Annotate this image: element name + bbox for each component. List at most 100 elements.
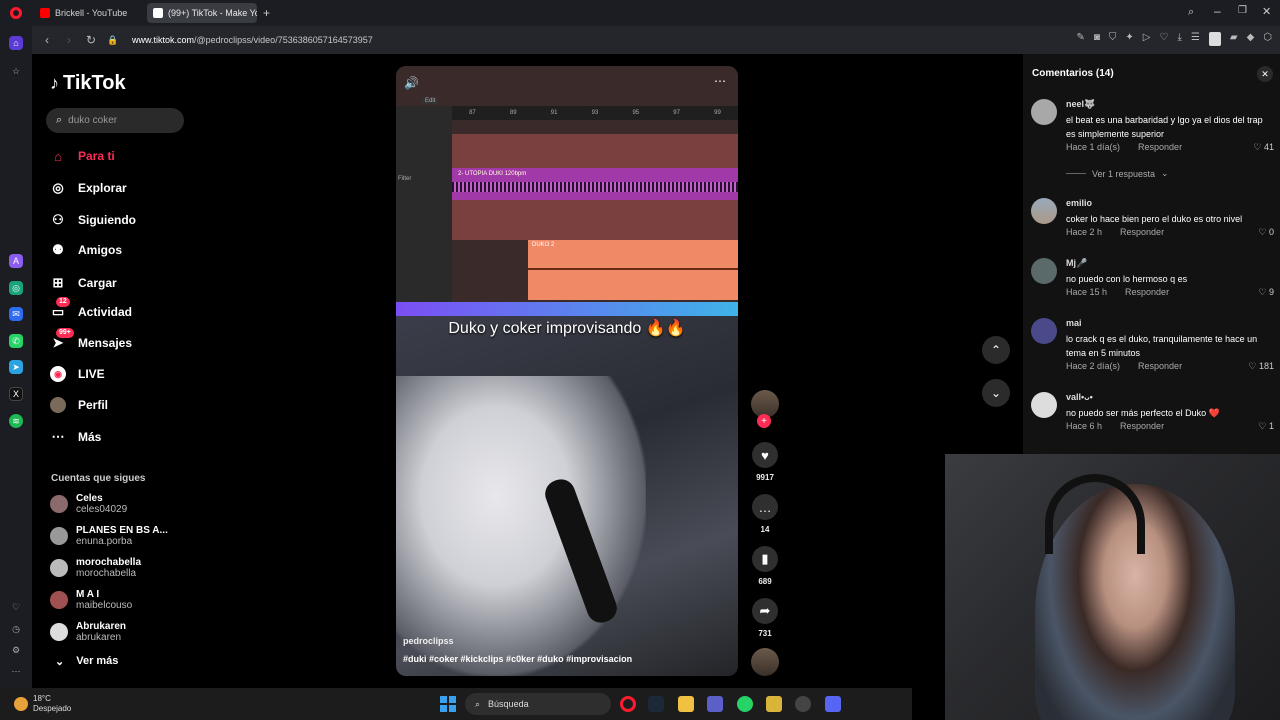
reload-button[interactable]: ↻: [80, 33, 102, 47]
tiktok-logo[interactable]: ♪ TikTok: [50, 72, 126, 95]
diamond-icon[interactable]: ◆: [1247, 32, 1255, 46]
comment-icon[interactable]: …: [752, 494, 778, 520]
following-item[interactable]: M A Imaibelcouso: [50, 589, 132, 611]
next-video-button[interactable]: ⌄: [982, 379, 1010, 407]
comment-like[interactable]: ♡ 9: [1258, 287, 1274, 298]
nav-explorar[interactable]: ◎ Explorar: [50, 178, 126, 198]
heart-icon[interactable]: ♥: [752, 442, 778, 468]
view-replies-button[interactable]: Ver 1 respuesta ⌄: [1066, 168, 1169, 179]
nav-amigos[interactable]: ⚉ Amigos: [50, 240, 122, 260]
discord-app-icon[interactable]: [825, 696, 841, 712]
windows-start-icon[interactable]: [440, 696, 456, 712]
save-action[interactable]: ▮ 689: [750, 546, 780, 586]
aria-icon[interactable]: A: [9, 254, 23, 268]
reply-button[interactable]: Responder: [1138, 361, 1182, 371]
tab-youtube[interactable]: Brickell - YouTube: [34, 3, 144, 23]
follow-plus-button[interactable]: +: [757, 414, 771, 428]
comment-like[interactable]: ♡ 41: [1253, 142, 1274, 153]
video-player[interactable]: Edit Filter 87 89 91 93 95 97 99 2- UTOP…: [396, 66, 738, 676]
weather-widget[interactable]: 18°C Despejado: [33, 694, 71, 714]
comment-user[interactable]: vall•ᴗ•: [1066, 392, 1093, 402]
maximize-button[interactable]: ❐: [1238, 5, 1247, 16]
url-field[interactable]: www.tiktok.com/@pedroclipss/video/753638…: [132, 35, 373, 45]
menu-icon[interactable]: ☰: [1191, 32, 1200, 46]
telegram-icon[interactable]: ➤: [9, 360, 23, 374]
search-input[interactable]: ⌕ duko coker: [46, 108, 184, 133]
following-item[interactable]: Abrukaren abrukaren: [50, 621, 126, 643]
following-item[interactable]: PLANES EN BS A... enuna.porba: [50, 525, 168, 547]
minimize-button[interactable]: –: [1214, 4, 1221, 18]
profile-avatar[interactable]: [1208, 32, 1221, 46]
heart-icon[interactable]: ♡: [1160, 32, 1169, 46]
nav-para-ti[interactable]: ⌂ Para ti: [50, 146, 115, 166]
nav-siguiendo[interactable]: ⚇ Siguiendo: [50, 210, 136, 230]
camera-icon[interactable]: ◙: [1094, 32, 1100, 46]
spotify-icon[interactable]: ≋: [9, 414, 23, 428]
comment-like[interactable]: ♡ 0: [1258, 227, 1274, 238]
home-icon[interactable]: ⌂: [9, 36, 23, 50]
more-options-icon[interactable]: ⋯: [714, 74, 726, 88]
volume-icon[interactable]: 🔊: [404, 76, 419, 90]
like-action[interactable]: ♥ 9917: [750, 442, 780, 482]
search-tabs-icon[interactable]: ⌕: [1188, 6, 1194, 19]
comment-action[interactable]: … 14: [750, 494, 780, 534]
edit-icon[interactable]: ✎: [1076, 32, 1084, 46]
avatar[interactable]: [1031, 392, 1057, 418]
wallet-icon[interactable]: ▰: [1230, 32, 1238, 46]
heart-icon[interactable]: ♡: [9, 600, 23, 614]
following-item[interactable]: Celes celes04029: [50, 493, 127, 515]
tab-tiktok[interactable]: (99+) TikTok - Make Your D: [147, 3, 257, 23]
messenger-icon[interactable]: ✉: [9, 307, 23, 321]
site-info-icon[interactable]: 🔒: [102, 35, 124, 46]
whatsapp-icon[interactable]: ✆: [9, 334, 23, 348]
share-icon[interactable]: ➦: [752, 598, 778, 624]
opera-app-icon[interactable]: [620, 696, 636, 712]
star-icon[interactable]: ☆: [9, 64, 23, 78]
avatar[interactable]: [1031, 198, 1057, 224]
avatar[interactable]: [1031, 318, 1057, 344]
previous-video-button[interactable]: ⌃: [982, 336, 1010, 364]
chatgpt-icon[interactable]: ◎: [9, 281, 23, 295]
settings-icon[interactable]: ⚙: [9, 643, 23, 657]
see-more-button[interactable]: ⌄ Ver más: [55, 655, 118, 668]
video-author[interactable]: pedroclipss: [403, 636, 454, 646]
following-item[interactable]: morochabella morochabella: [50, 557, 141, 579]
comment-like[interactable]: ♡ 181: [1248, 361, 1274, 372]
nav-cargar[interactable]: ⊞ Cargar: [50, 273, 117, 293]
reply-button[interactable]: Responder: [1120, 421, 1164, 431]
teams-app-icon[interactable]: [707, 696, 723, 712]
whatsapp-app-icon[interactable]: [737, 696, 753, 712]
obs-app-icon[interactable]: [795, 696, 811, 712]
more-icon[interactable]: ⋯: [9, 664, 23, 678]
close-icon[interactable]: ✕: [1257, 66, 1273, 82]
shield-icon[interactable]: ⛉: [1109, 32, 1117, 46]
close-window-button[interactable]: ✕: [1262, 5, 1271, 18]
nav-mensajes[interactable]: ➤ 99+ Mensajes: [50, 328, 132, 353]
player-icon[interactable]: ▷: [1143, 32, 1151, 46]
nav-actividad[interactable]: ▭ 12 Actividad: [50, 297, 132, 322]
reply-button[interactable]: Responder: [1120, 227, 1164, 237]
steam-app-icon[interactable]: [648, 696, 664, 712]
share-action[interactable]: ➦ 731: [750, 598, 780, 638]
reply-button[interactable]: Responder: [1125, 287, 1169, 297]
nav-live[interactable]: ◉ LIVE: [50, 364, 105, 384]
extension-icon[interactable]: ✦: [1125, 32, 1133, 46]
video-hashtags[interactable]: #duki #coker #kickclips #c0ker #duko #im…: [403, 654, 632, 664]
avatar[interactable]: [1031, 99, 1057, 125]
x-icon[interactable]: X: [9, 387, 23, 401]
comment-user[interactable]: mai: [1066, 318, 1082, 328]
bookmark-icon[interactable]: ▮: [752, 546, 778, 572]
new-tab-button[interactable]: +: [263, 6, 270, 20]
weather-icon[interactable]: [14, 697, 28, 711]
comment-user[interactable]: Mj🎤: [1066, 258, 1087, 269]
history-icon[interactable]: ◷: [9, 622, 23, 636]
comment-user[interactable]: neel🐺: [1066, 99, 1095, 110]
forward-button[interactable]: ›: [58, 33, 80, 47]
nav-mas[interactable]: ⋯ Más: [50, 427, 102, 447]
comment-like[interactable]: ♡ 1: [1258, 421, 1274, 432]
avatar[interactable]: [1031, 258, 1057, 284]
app-icon[interactable]: [766, 696, 782, 712]
back-button[interactable]: ‹: [36, 33, 58, 47]
file-explorer-icon[interactable]: [678, 696, 694, 712]
comment-user[interactable]: emilio: [1066, 198, 1092, 208]
